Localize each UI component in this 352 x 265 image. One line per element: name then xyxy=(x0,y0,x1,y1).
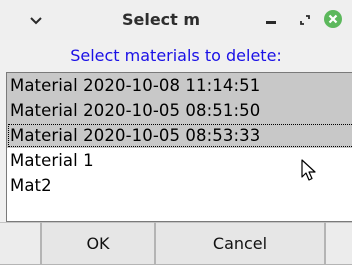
select-materials-dialog: Select m Select materials to delete: Mat… xyxy=(0,0,352,265)
list-item[interactable]: Material 2020-10-05 08:53:33 xyxy=(7,123,352,148)
button-bar: OK Cancel xyxy=(0,222,352,265)
maximize-icon[interactable] xyxy=(296,0,314,40)
list-item[interactable]: Material 2020-10-08 11:14:51 xyxy=(7,73,352,98)
close-icon[interactable] xyxy=(322,0,344,40)
title-bar[interactable]: Select m xyxy=(0,0,352,40)
button-bar-spacer xyxy=(325,222,352,265)
window-title: Select m xyxy=(121,10,201,29)
prompt-label: Select materials to delete: xyxy=(70,46,282,65)
minimize-icon[interactable] xyxy=(262,0,280,40)
button-bar-spacer xyxy=(0,222,41,265)
mouse-pointer-icon xyxy=(301,159,316,181)
materials-listbox[interactable]: Material 2020-10-08 11:14:51 Material 20… xyxy=(6,72,352,222)
list-item[interactable]: Material 2020-10-05 08:51:50 xyxy=(7,98,352,123)
cancel-button[interactable]: Cancel xyxy=(155,222,325,265)
chevron-down-icon[interactable] xyxy=(26,0,46,40)
ok-button[interactable]: OK xyxy=(41,222,155,265)
